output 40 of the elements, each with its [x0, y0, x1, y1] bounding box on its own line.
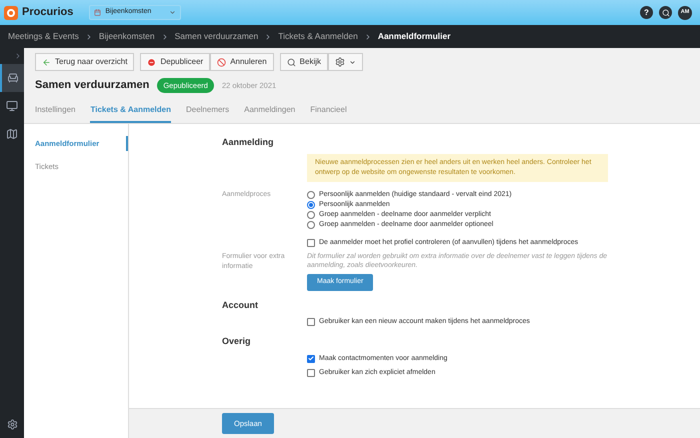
map-icon	[6, 128, 18, 140]
cancel-button[interactable]: Annuleren	[210, 53, 274, 71]
caret-icon	[349, 58, 356, 66]
ban-icon	[217, 58, 226, 66]
view-button[interactable]: Bekijk	[280, 53, 328, 71]
radio-button[interactable]	[307, 201, 315, 209]
breadcrumb-link[interactable]: Samen verduurzamen	[174, 30, 258, 43]
breadcrumb-link[interactable]: Bijeenkomsten	[98, 30, 155, 43]
page-title: Samen verduurzamen	[35, 78, 150, 93]
settings-icon	[335, 57, 346, 67]
checkbox[interactable]	[307, 239, 315, 247]
section-heading: Overig	[222, 335, 252, 348]
radio-button[interactable]	[307, 221, 315, 229]
logo-icon	[4, 6, 18, 20]
expand-icon[interactable]	[14, 52, 22, 60]
checkbox[interactable]	[307, 318, 315, 326]
help-button[interactable]: ?	[640, 6, 653, 19]
settings-menu-button[interactable]	[328, 53, 364, 71]
radio-button[interactable]	[307, 191, 315, 199]
back-button[interactable]: Terug naar overzicht	[35, 53, 134, 71]
unpublish-button[interactable]: Depubliceer	[140, 53, 210, 71]
radio-button[interactable]	[307, 211, 315, 219]
section-heading: Aanmelding	[222, 136, 275, 149]
seats-icon	[7, 72, 19, 84]
breadcrumb-link[interactable]: Tickets & Aanmelden	[278, 30, 358, 43]
settings-icon[interactable]	[6, 419, 18, 430]
section-heading: Account	[222, 298, 259, 312]
minus-circle-icon	[147, 58, 156, 66]
monitor-icon	[6, 100, 18, 112]
arrow-left-icon	[42, 58, 51, 66]
search-icon	[662, 8, 670, 16]
check-icon	[308, 355, 314, 362]
checkbox[interactable]	[307, 368, 315, 376]
calendar-icon	[94, 9, 102, 16]
breadcrumb-link[interactable]: Meetings & Events	[8, 30, 79, 43]
caret-icon	[169, 9, 176, 16]
logo-text: Procurios	[22, 5, 74, 20]
checkbox[interactable]	[307, 354, 315, 362]
search-icon	[286, 58, 296, 66]
search-button[interactable]	[659, 6, 672, 19]
